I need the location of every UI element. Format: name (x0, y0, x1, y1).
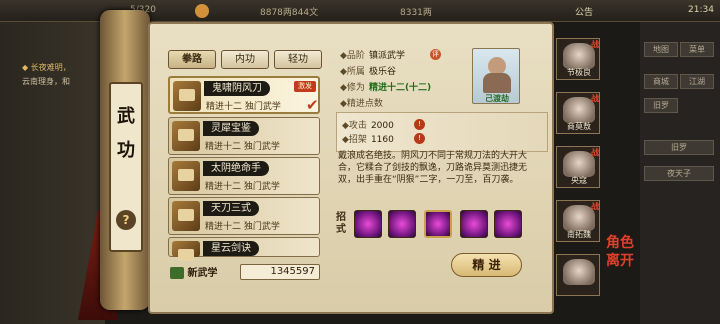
skill-name: 太阴绝命手 (203, 161, 269, 176)
skill-level: 精进十二 独门武学 (205, 142, 280, 152)
rank-label: 品阶 (346, 51, 365, 61)
move-slot[interactable] (460, 210, 488, 238)
tab-qinggong[interactable]: 轻功 (274, 50, 322, 69)
cultivation-value: 精进十二(十二) (368, 83, 432, 93)
menu-button[interactable]: 菜单 (680, 42, 714, 57)
role-name: 央寇 (571, 176, 587, 185)
rank-value: 镇派武学 (368, 51, 405, 61)
monk-body-icon (483, 73, 511, 93)
new-skill-label: 新武学 (187, 268, 218, 279)
skill-description: 戴浪成名绝技。阴风刀不同于常规刀法的大开大合，它糅合了剑技的飘逸，刀路诡异莫测迅… (338, 151, 528, 185)
side-button[interactable]: 夜天子 (644, 166, 714, 181)
parry-label: 招架 (348, 135, 367, 145)
points-row: ◆精进点数 (340, 99, 383, 109)
sect-row: ◆所属 极乐谷 (340, 67, 396, 77)
clock-text: 21:34 (688, 5, 714, 15)
skill-item[interactable]: 灵犀宝鉴 精进十二 独门武学 (168, 117, 320, 155)
right-menu: 地图 菜单 商城 江湖 旧罗 旧罗 夜天子 (640, 22, 720, 324)
parry-row: ◆招架 1160 (342, 135, 394, 145)
battle-tag: 战 (591, 40, 599, 49)
silver-text: 8878两844文 (260, 8, 319, 18)
side-button[interactable]: 旧罗 (644, 140, 714, 155)
evaluate-button[interactable]: 评 (430, 49, 441, 60)
gold-text: 8331两 (400, 8, 432, 18)
check-icon: ✔ (306, 96, 319, 114)
tab-neigong[interactable]: 内功 (221, 50, 269, 69)
skill-name: 星云剑诀 (203, 241, 259, 256)
warning-icon[interactable]: ! (414, 119, 425, 130)
side-button[interactable]: 旧罗 (644, 98, 678, 113)
role-name: 节极良 (567, 68, 591, 77)
help-button[interactable]: ? (116, 210, 136, 230)
sect-value: 极乐谷 (368, 67, 396, 77)
skill-item[interactable]: 星云剑诀 (168, 237, 320, 261)
jianghu-button[interactable]: 江湖 (680, 74, 714, 89)
moves-label: 招式 (336, 212, 346, 235)
battle-tag: 战 (591, 94, 599, 103)
portrait-name: 己渡劫 (485, 94, 509, 103)
cultivation-row: ◆修为 精进十二(十二) (340, 83, 432, 93)
advance-button[interactable]: 精 进 (451, 253, 522, 277)
role-card[interactable]: 战 南拓魏 (556, 200, 600, 242)
parry-value: 1160 (370, 135, 394, 145)
panel-title: 武功 (117, 106, 135, 161)
skill-item[interactable]: 太阴绝命手 精进十二 独门武学 (168, 157, 320, 195)
skill-name: 鬼啸阴风刀 (204, 81, 270, 96)
skill-level: 精进十二 独门武学 (205, 182, 280, 192)
role-card[interactable]: 战 节极良 (556, 38, 600, 80)
skill-level: 精进十二 独门武学 (205, 222, 280, 232)
new-skill-button[interactable]: 新武学 (170, 264, 236, 280)
activated-badge: 激发 (294, 81, 316, 92)
coin-value: 1345597 (270, 266, 315, 277)
role-leave-text[interactable]: 角色 离开 (600, 234, 640, 270)
warning-icon[interactable]: ! (414, 133, 425, 144)
sect-label: 所属 (346, 67, 365, 77)
skill-points-display: 1345597 (240, 264, 320, 280)
skill-item[interactable]: 鬼啸阴风刀 精进十二 独门武学 激发 ✔ (168, 76, 320, 114)
book-icon (170, 267, 184, 279)
skill-item[interactable]: 天刀三式 精进十二 独门武学 (168, 197, 320, 235)
skill-level: 精进十二 独门武学 (206, 102, 281, 112)
move-slot[interactable] (388, 210, 416, 238)
map-button[interactable]: 地图 (644, 42, 678, 57)
move-slot[interactable] (424, 210, 452, 238)
add-stamina-icon[interactable] (195, 4, 209, 18)
chat-line: 云南理身，和 (22, 77, 70, 86)
role-card[interactable]: 战 央寇 (556, 146, 600, 188)
cultivation-label: 修为 (346, 83, 365, 93)
skill-book-icon (173, 81, 201, 111)
attack-row: ◆攻击 2000 (342, 121, 394, 131)
move-slot[interactable] (494, 210, 522, 238)
skill-book-icon (172, 201, 200, 231)
points-label: 精进点数 (346, 99, 383, 109)
role-card[interactable] (556, 254, 600, 296)
attack-label: 攻击 (348, 121, 367, 131)
role-name: 南拓魏 (567, 230, 591, 239)
avatar (563, 259, 595, 285)
skill-name: 灵犀宝鉴 (203, 121, 259, 136)
skill-book-icon (172, 121, 200, 151)
chat-line: ◆ 长夜难明， (22, 63, 71, 72)
shop-button[interactable]: 商城 (644, 74, 678, 89)
skill-name: 天刀三式 (203, 201, 259, 216)
attack-value: 2000 (370, 121, 394, 131)
skill-book-icon (172, 161, 200, 191)
move-slot[interactable] (354, 210, 382, 238)
skill-book-icon (172, 241, 200, 261)
battle-tag: 战 (591, 202, 599, 211)
rank-row: ◆品阶 镇派武学 (340, 51, 405, 61)
role-name: 商莫敖 (567, 122, 591, 131)
notice-button[interactable]: 公告 (575, 5, 593, 18)
role-card[interactable]: 战 商莫敖 (556, 92, 600, 134)
tab-quanlu[interactable]: 拳路 (168, 50, 216, 69)
battle-tag: 战 (591, 148, 599, 157)
